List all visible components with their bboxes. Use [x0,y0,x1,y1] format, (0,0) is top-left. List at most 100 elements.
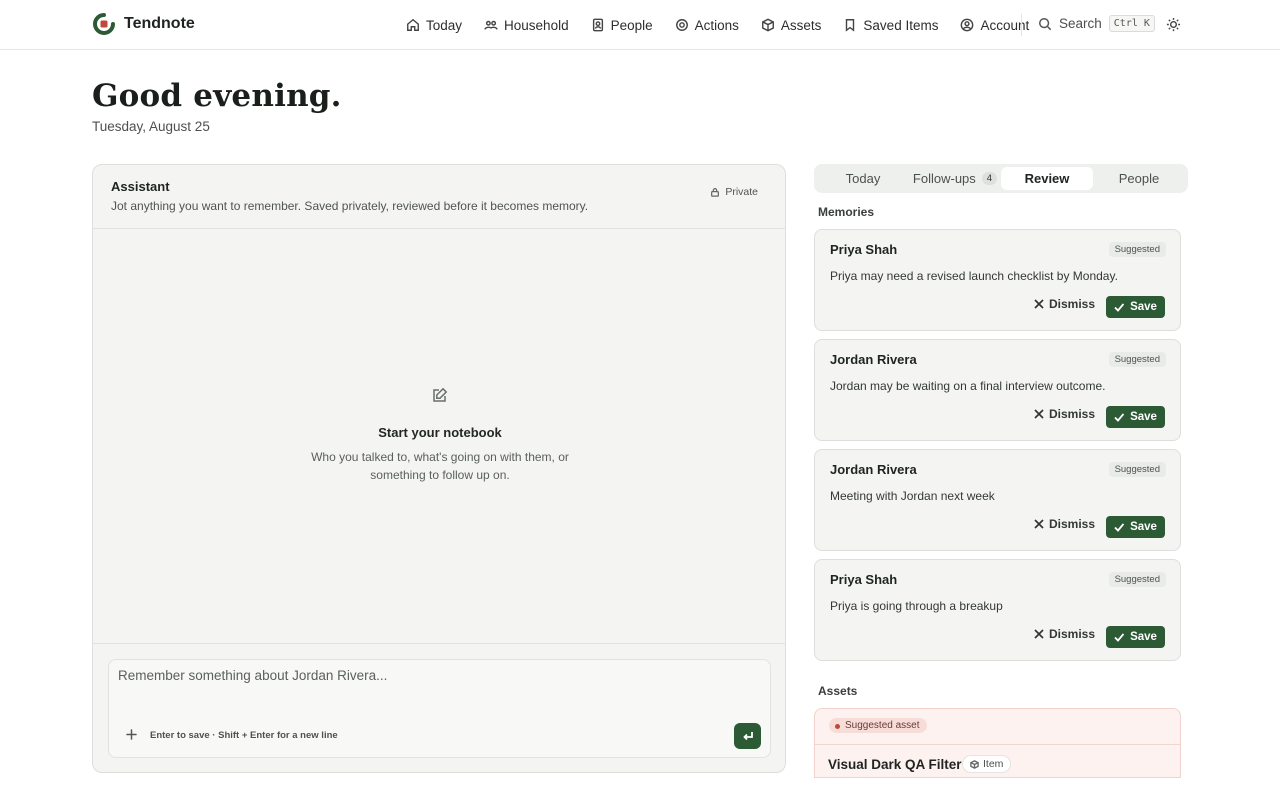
asset-type-badge: Item [962,755,1012,773]
save-button[interactable]: Save [1106,626,1165,648]
suggested-asset-badge: Suggested asset [829,718,927,733]
household-icon [484,20,498,30]
enter-icon [742,732,753,741]
close-icon [1034,299,1044,309]
memory-text: Priya is going through a breakup [830,599,1003,613]
nav-item-account[interactable]: Account [960,15,1029,35]
suggested-asset-label: Suggested asset [845,720,920,731]
nav-item-label: People [610,17,653,33]
check-icon [1114,413,1125,422]
dismiss-label: Dismiss [1049,407,1096,421]
tab-follow-ups[interactable]: Follow-ups 4 [909,167,1001,190]
tab-label: Review [1024,171,1070,186]
assistant-subtitle: Jot anything you want to remember. Saved… [111,199,589,213]
target-icon [675,19,688,31]
nav-item-assets[interactable]: Assets [761,15,822,35]
save-button[interactable]: Save [1106,516,1165,538]
date-label: Tuesday, August 25 [92,119,210,134]
save-button[interactable]: Save [1106,296,1165,318]
empty-state-title: Start your notebook [378,425,502,440]
box-icon [970,759,979,769]
save-label: Save [1130,411,1157,423]
main-nav: Today Household People Actions Assets Sa… [406,15,1051,35]
dismiss-button[interactable]: Dismiss [1034,407,1095,421]
tab-label: Follow-ups [912,171,976,186]
sun-icon [1166,17,1181,32]
attach-button[interactable] [125,728,138,741]
nav-item-label: Assets [780,17,822,33]
memory-person-name: Jordan Rivera [830,462,917,477]
memory-text: Priya may need a revised launch checklis… [830,269,1118,283]
memory-card: Jordan Rivera Suggested Jordan may be wa… [814,339,1181,441]
nav-item-household[interactable]: Household [484,15,569,35]
save-label: Save [1130,521,1157,533]
status-dot-icon [835,724,840,729]
dismiss-button[interactable]: Dismiss [1034,627,1095,641]
nav-item-actions[interactable]: Actions [675,15,739,35]
suggested-badge: Suggested [1108,242,1166,257]
tab-today[interactable]: Today [817,167,909,190]
memory-card: Jordan Rivera Suggested Meeting with Jor… [814,449,1181,551]
account-icon [961,18,974,32]
nav-item-label: Actions [694,17,739,33]
dismiss-label: Dismiss [1049,517,1096,531]
review-tabs: Today Follow-ups 4 Review People [814,164,1188,193]
nav-item-people[interactable]: People [591,15,653,35]
composer-hint: Enter to save · Shift + Enter for a new … [150,730,338,741]
composer: Enter to save · Shift + Enter for a new … [108,659,771,758]
check-icon [1114,303,1125,312]
nav-item-saved-items[interactable]: Saved Items [843,15,938,35]
suggested-badge: Suggested [1108,572,1166,587]
assets-section-label: Assets [818,684,858,698]
dismiss-button[interactable]: Dismiss [1034,517,1095,531]
search-shortcut: Ctrl K [1108,15,1155,32]
asset-type-label: Item [983,758,1004,770]
search-button[interactable]: Search Ctrl K [1038,15,1155,32]
memory-text: Meeting with Jordan next week [830,489,995,503]
check-icon [1114,523,1125,532]
plus-icon [126,729,137,740]
tab-review[interactable]: Review [1001,167,1093,190]
assistant-header: Assistant Jot anything you want to remem… [93,165,785,229]
asset-title: Visual Dark QA Filter [828,757,962,772]
nav-item-today[interactable]: Today [406,15,462,35]
tab-label: Today [845,171,881,186]
bookmark-icon [846,19,855,32]
asset-card[interactable]: Suggested asset Visual Dark QA Filter It… [814,708,1181,778]
tab-people[interactable]: People [1093,167,1185,190]
app-name: Tendnote [124,15,195,32]
save-label: Save [1130,631,1157,643]
memory-list: Priya Shah Suggested Priya may need a re… [814,229,1181,669]
memory-person-name: Priya Shah [830,242,898,257]
search-icon [1039,17,1052,30]
memory-card: Priya Shah Suggested Priya is going thro… [814,559,1181,661]
memories-section-label: Memories [818,205,875,219]
nav-item-label: Saved Items [863,17,939,33]
save-button[interactable]: Save [1106,406,1165,428]
memory-person-name: Jordan Rivera [830,352,917,367]
home-icon [407,18,419,31]
brand[interactable]: Tendnote [93,13,195,35]
memory-input[interactable] [118,668,758,708]
memory-person-name: Priya Shah [830,572,898,587]
page-title: Good evening. [92,78,342,114]
save-label: Save [1130,301,1157,313]
memory-card: Priya Shah Suggested Priya may need a re… [814,229,1181,331]
send-button[interactable] [734,723,761,749]
follow-ups-count-badge: 4 [981,172,998,185]
composer-area: Enter to save · Shift + Enter for a new … [93,643,785,772]
assistant-panel: Assistant Jot anything you want to remem… [92,164,786,773]
suggested-badge: Suggested [1108,462,1166,477]
privacy-label: Private [725,186,758,198]
dismiss-button[interactable]: Dismiss [1034,297,1095,311]
tab-label: People [1118,171,1160,186]
nav-item-label: Household [504,17,569,33]
empty-state: Start your notebook Who you talked to, w… [93,387,785,484]
check-icon [1114,633,1125,642]
theme-toggle[interactable] [1166,17,1181,32]
top-nav-bar: Tendnote Today Household People Actions … [0,0,1280,50]
lock-icon [711,188,720,197]
close-icon [1034,409,1044,419]
memory-text: Jordan may be waiting on a final intervi… [830,379,1106,393]
nav-item-label: Today [426,17,463,33]
